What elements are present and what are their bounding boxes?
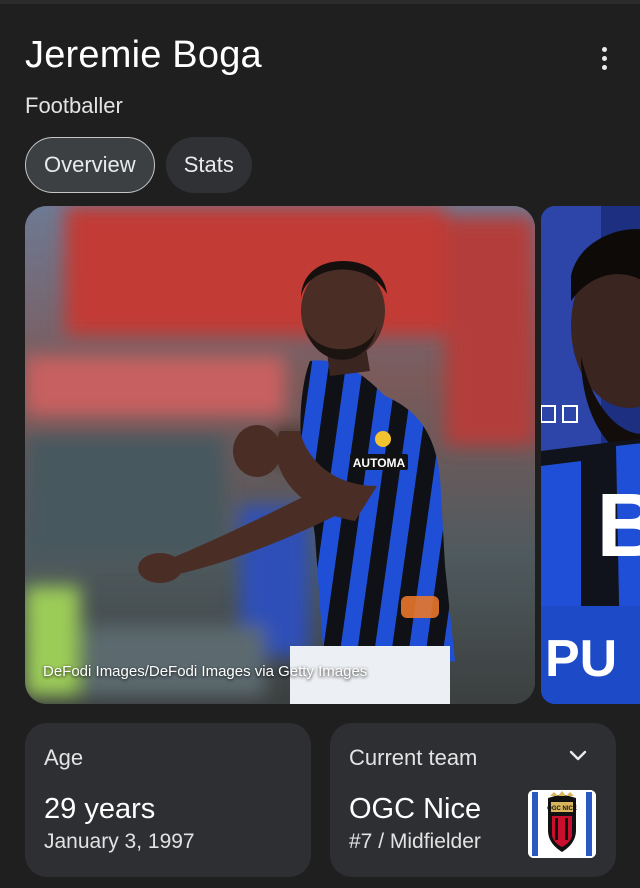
tab-bar: Overview Stats: [25, 137, 252, 193]
age-label: Age: [44, 745, 84, 770]
more-vert-icon[interactable]: [590, 42, 618, 74]
image-gallery[interactable]: AUTOMA DeFodi Images/DeFodi Images via G…: [25, 206, 640, 704]
age-value: 29 years: [44, 793, 156, 825]
chevron-down-icon[interactable]: [568, 749, 588, 763]
player-photo-secondary[interactable]: B PU: [541, 206, 640, 704]
svg-text:OGC NICE: OGC NICE: [547, 806, 577, 812]
page-title: Jeremie Boga: [25, 34, 262, 76]
tab-stats[interactable]: Stats: [165, 137, 252, 193]
secondary-photo-text: B: [597, 476, 640, 576]
team-crest-logo[interactable]: OGC NICE: [528, 790, 596, 858]
svg-text:PU: PU: [545, 630, 617, 688]
svg-text:AUTOMA: AUTOMA: [353, 456, 406, 470]
player-photo-illustration: AUTOMA: [25, 206, 535, 704]
image-credit: DeFodi Images/DeFodi Images via Getty Im…: [43, 663, 368, 680]
tab-overview[interactable]: Overview: [25, 137, 155, 193]
team-position: #7 / Midfielder: [349, 830, 481, 853]
age-card: Age 29 years January 3, 1997: [25, 723, 311, 877]
birth-date: January 3, 1997: [44, 830, 195, 853]
player-photo[interactable]: AUTOMA DeFodi Images/DeFodi Images via G…: [25, 206, 535, 704]
secondary-photo-illustration: B PU: [541, 206, 640, 704]
current-team-card[interactable]: Current team OGC Nice #7 / Midfielder OG…: [330, 723, 616, 877]
page-subtitle: Footballer: [25, 93, 123, 118]
team-name: OGC Nice: [349, 793, 482, 825]
team-label: Current team: [349, 745, 478, 770]
ogc-nice-crest: OGC NICE: [528, 790, 596, 858]
status-bar-divider: [0, 0, 640, 4]
